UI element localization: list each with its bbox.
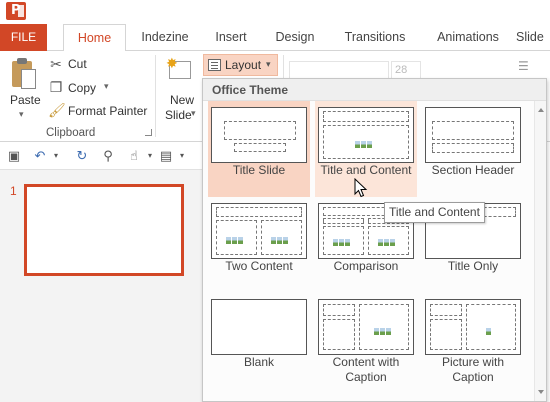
quick-access-toolbar: ▣ ↶ ▾ ↻ ⚲ ☝ ▾ ▤ ▾ (0, 142, 205, 170)
font-name-box[interactable] (289, 61, 389, 79)
layout-thumbnail (211, 299, 307, 355)
layout-label: Two Content (225, 259, 293, 273)
new-slide-icon[interactable]: ✸ (165, 56, 195, 84)
copy-button[interactable]: Copy (68, 81, 96, 95)
layout-section-header[interactable]: Section Header (422, 101, 524, 197)
layout-label: Picture with Caption (441, 355, 505, 384)
layout-label: Content with Caption (332, 355, 400, 384)
layout-blank[interactable]: Blank (208, 293, 310, 389)
layout-tooltip: Title and Content (384, 202, 485, 223)
layout-thumbnail (425, 299, 521, 355)
slide-thumbnail[interactable] (24, 184, 184, 276)
tab-slide-show[interactable]: Slide (516, 24, 550, 51)
ribbon-tabs: FILE Home Indezine Insert Design Transit… (0, 24, 550, 52)
touch-dropdown-icon[interactable]: ▾ (142, 148, 158, 164)
tab-transitions[interactable]: Transitions (334, 24, 416, 51)
layout-dropdown-icon: ▾ (266, 59, 271, 69)
layout-picture-with-caption[interactable]: Picture with Caption (422, 293, 524, 389)
mouse-cursor-icon (354, 178, 368, 198)
paste-button[interactable]: Paste (10, 93, 41, 107)
tab-indezine[interactable]: Indezine (132, 24, 198, 51)
layout-label: Layout (225, 58, 262, 72)
layout-gallery: Office Theme Title Slide Title and Conte… (202, 78, 547, 402)
layout-quick-dropdown-icon[interactable]: ▾ (174, 148, 190, 164)
undo-dropdown-icon[interactable]: ▾ (48, 148, 64, 164)
gallery-header: Office Theme (203, 79, 546, 101)
layout-label: Title and Content (320, 163, 412, 177)
tab-animations[interactable]: Animations (428, 24, 508, 51)
layout-thumbnail (211, 107, 307, 163)
layout-thumbnail (211, 203, 307, 259)
layout-button[interactable]: Layout ▾ (203, 54, 278, 76)
layout-thumbnail (318, 299, 414, 355)
clipboard-launcher-icon[interactable] (145, 129, 152, 136)
list-icon[interactable]: ☰ (518, 59, 529, 73)
new-slide-label-line2[interactable]: Slide (165, 108, 192, 122)
powerpoint-icon[interactable] (6, 2, 26, 20)
cut-button[interactable]: Cut (68, 57, 87, 71)
gallery-scrollbar[interactable] (534, 101, 546, 401)
clipboard-group-label: Clipboard (46, 127, 96, 139)
undo-icon[interactable]: ↶ (32, 148, 48, 164)
tab-design[interactable]: Design (266, 24, 324, 51)
copy-icon[interactable]: ❐ (48, 79, 64, 95)
format-painter-icon[interactable]: 🖌 (48, 102, 66, 118)
group-divider (155, 55, 156, 137)
layout-label: Blank (243, 355, 275, 369)
copy-dropdown-icon[interactable]: ▾ (104, 81, 109, 92)
slide-thumbnails-pane: 1 (0, 170, 205, 402)
paste-dropdown-icon[interactable]: ▾ (19, 109, 24, 120)
layout-thumbnail (318, 107, 414, 163)
format-painter-button[interactable]: Format Painter (68, 104, 147, 118)
layout-quick-icon[interactable]: ▤ (158, 148, 174, 164)
slide-number: 1 (10, 184, 17, 198)
tab-home[interactable]: Home (63, 24, 126, 52)
touch-mode-icon[interactable]: ☝ (126, 148, 142, 164)
layout-label: Section Header (431, 163, 515, 177)
cut-icon[interactable]: ✂ (48, 56, 64, 72)
slideshow-icon[interactable]: ⚲ (100, 148, 116, 164)
layout-two-content[interactable]: Two Content (208, 197, 310, 293)
title-bar (0, 0, 550, 24)
new-slide-dropdown-icon[interactable]: ▾ (191, 108, 196, 119)
layout-label: Title Slide (232, 163, 286, 177)
layout-title-slide[interactable]: Title Slide (208, 101, 310, 197)
layout-icon (208, 59, 221, 71)
redo-icon[interactable]: ↻ (74, 148, 90, 164)
tab-insert[interactable]: Insert (203, 24, 259, 51)
font-size-box[interactable]: 28 (391, 61, 421, 79)
save-icon[interactable]: ▣ (6, 148, 22, 164)
layout-thumbnail (425, 107, 521, 163)
layout-label: Title Only (447, 259, 499, 273)
layout-content-with-caption[interactable]: Content with Caption (315, 293, 417, 389)
paste-icon[interactable] (10, 57, 38, 91)
tab-file[interactable]: FILE (0, 24, 47, 51)
layout-label: Comparison (333, 259, 399, 273)
new-slide-button[interactable]: New (170, 93, 194, 107)
